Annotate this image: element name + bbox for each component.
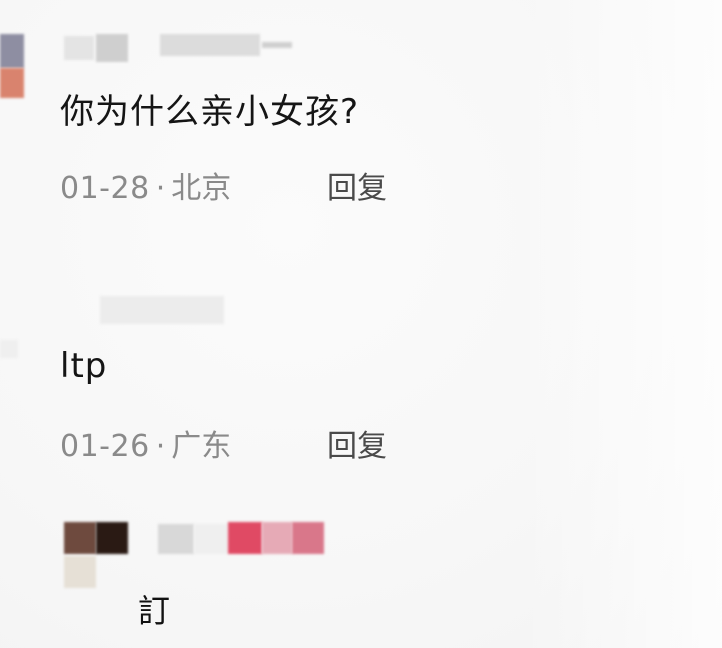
username-pixel bbox=[96, 34, 128, 62]
comment-date: 01-28 bbox=[60, 171, 150, 206]
comment-location: 北京 bbox=[171, 171, 232, 206]
meta-separator: · bbox=[155, 429, 166, 464]
comment-location: 广东 bbox=[171, 429, 232, 464]
comment-date: 01-26 bbox=[60, 429, 150, 464]
avatar[interactable] bbox=[0, 340, 18, 358]
username-pixel bbox=[100, 296, 224, 324]
username-pixel bbox=[228, 522, 262, 554]
comment-text: 訂 bbox=[138, 592, 171, 630]
username-pixel bbox=[292, 522, 324, 554]
username-pixel bbox=[262, 522, 292, 554]
comment-text: ltp bbox=[60, 346, 108, 386]
meta-separator: · bbox=[155, 171, 166, 206]
reply-button[interactable]: 回复 bbox=[327, 163, 387, 207]
reply-button[interactable]: 回复 bbox=[327, 421, 387, 465]
avatar-pixel bbox=[96, 522, 128, 554]
comment-meta: 01-26 · 广东 bbox=[60, 421, 231, 465]
comment-meta: 01-28 · 北京 bbox=[60, 163, 231, 207]
username-pixel bbox=[194, 524, 228, 554]
avatar-pixel bbox=[0, 68, 24, 98]
comment-text: 你为什么亲小女孩? bbox=[60, 92, 360, 132]
screen-glare bbox=[520, 0, 722, 648]
username-pixel bbox=[64, 36, 94, 60]
comment-screen: 你为什么亲小女孩? 01-28 · 北京 回复 ltp 01-26 · 广东 回复 bbox=[0, 0, 722, 648]
avatar-pixel bbox=[64, 522, 96, 554]
avatar-pixel bbox=[0, 34, 24, 68]
username-pixel bbox=[262, 42, 292, 48]
username-pixel bbox=[158, 524, 194, 554]
avatar-pixel bbox=[64, 556, 96, 588]
username-pixel bbox=[160, 34, 260, 56]
